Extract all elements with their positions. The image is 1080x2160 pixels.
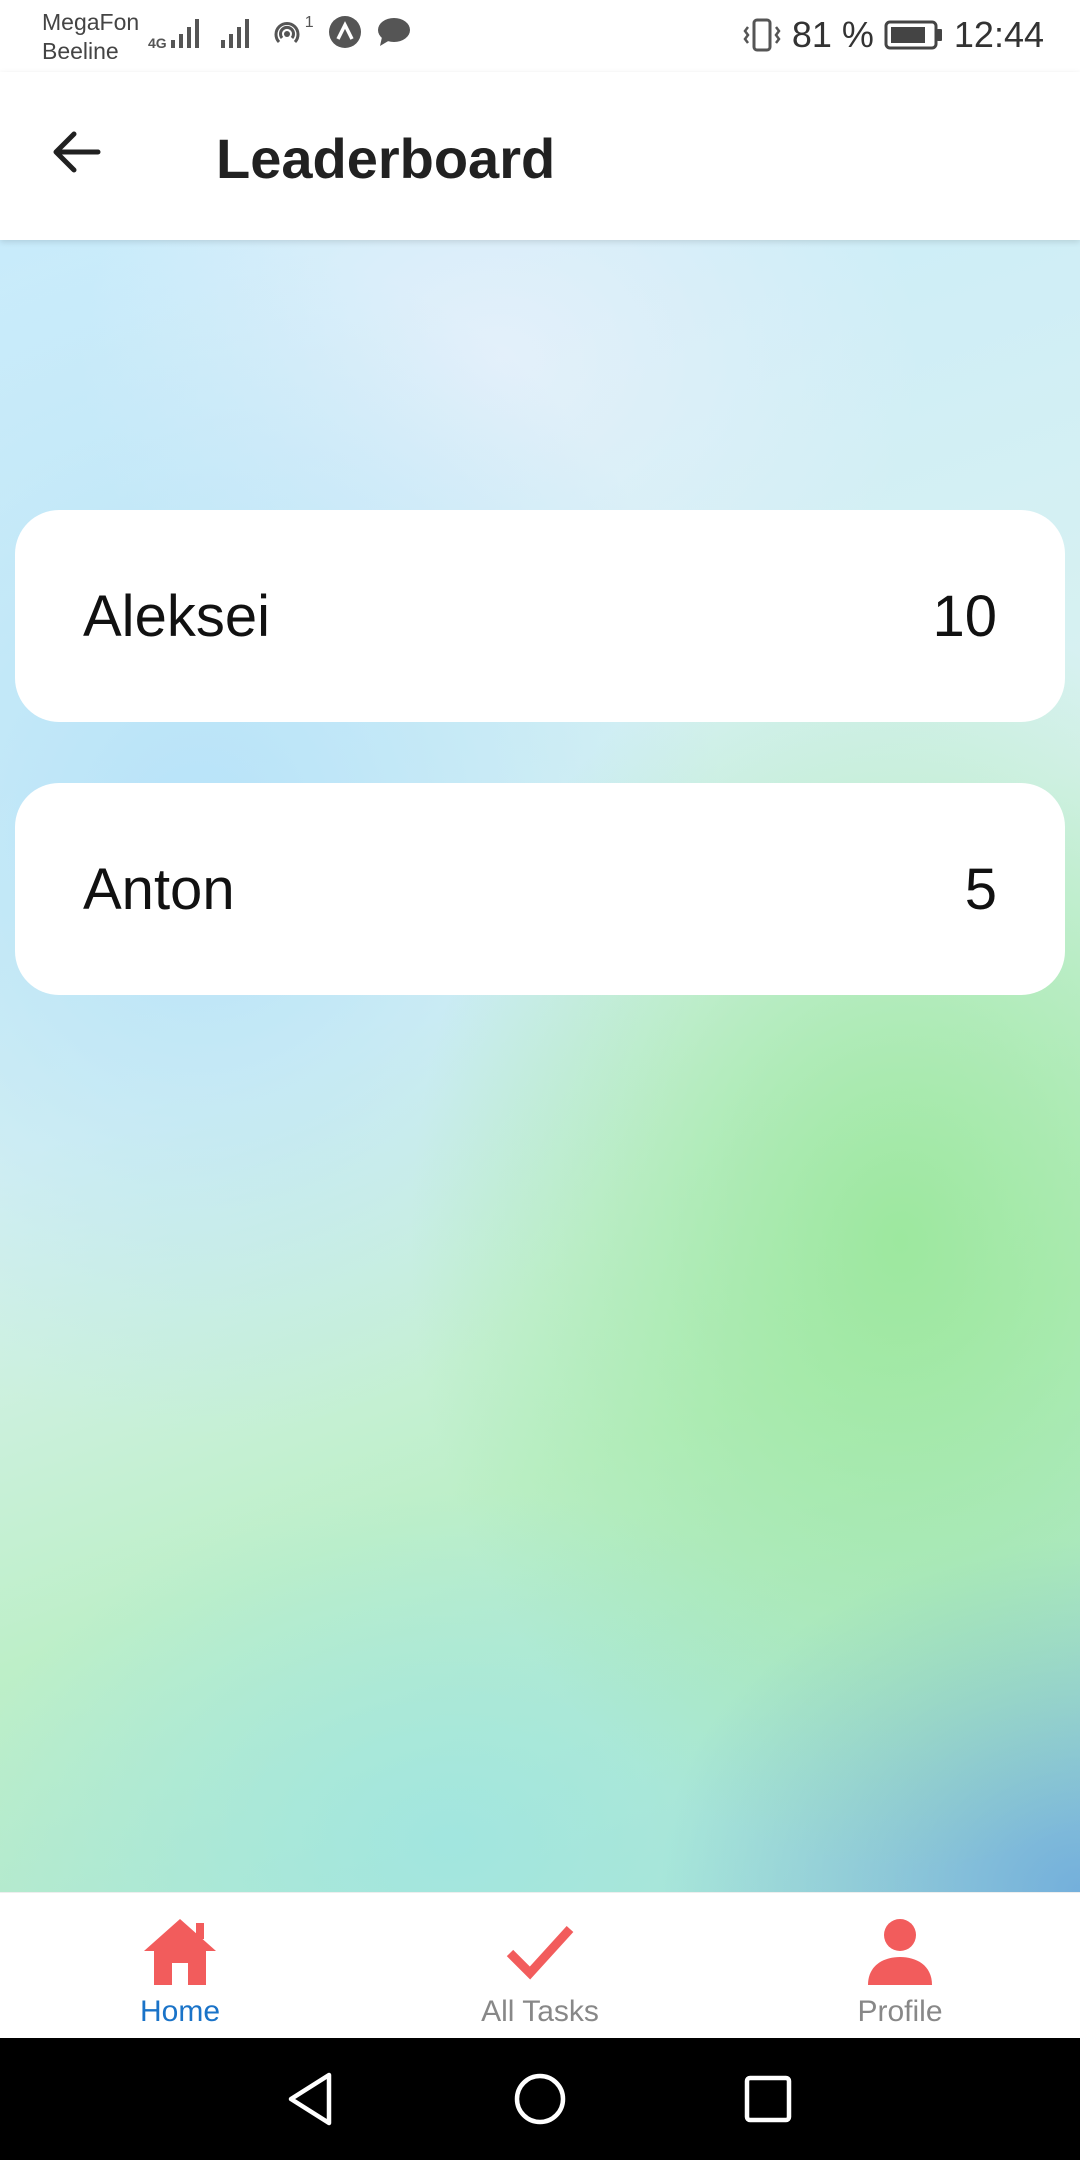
vibrate-icon	[743, 18, 781, 52]
check-icon	[500, 1911, 580, 1991]
leaderboard-row[interactable]: Anton 5	[15, 783, 1065, 995]
system-back-button[interactable]	[277, 2066, 343, 2132]
leaderboard-row[interactable]: Aleksei 10	[15, 510, 1065, 722]
signal-4g-icon: 4G	[148, 14, 205, 50]
nav-item-all-tasks[interactable]: All Tasks	[360, 1893, 720, 2039]
nav-label-profile: Profile	[857, 1995, 943, 2028]
back-button[interactable]	[44, 120, 108, 184]
carrier-beeline: Beeline	[42, 38, 119, 64]
hotspot-count: 1	[304, 14, 314, 31]
app-notification-icon	[328, 16, 361, 48]
hotspot-icon: 1	[269, 14, 314, 50]
app-bar: Leaderboard	[0, 72, 1080, 240]
player-score: 5	[964, 856, 997, 922]
player-name: Aleksei	[83, 583, 270, 649]
leaderboard-content: Aleksei 10 Anton 5	[0, 240, 1080, 1892]
signal-icon	[220, 19, 249, 48]
carrier-megafon: MegaFon	[42, 9, 140, 35]
system-home-button[interactable]	[507, 2066, 573, 2132]
circle-home-icon	[514, 2073, 566, 2125]
clock: 12:44	[953, 14, 1044, 55]
battery-percent: 81 %	[791, 14, 874, 55]
bottom-nav: Home All Tasks Profile	[0, 1892, 1080, 2039]
home-icon	[140, 1911, 220, 1991]
player-name: Anton	[83, 856, 235, 922]
nav-item-home[interactable]: Home	[0, 1893, 360, 2039]
nav-label-all-tasks: All Tasks	[481, 1995, 599, 2028]
player-score: 10	[932, 583, 997, 649]
system-nav-bar	[0, 2038, 1080, 2160]
system-recents-button[interactable]	[735, 2066, 801, 2132]
carrier-names: MegaFon Beeline	[42, 8, 139, 66]
nav-label-home: Home	[139, 1995, 221, 2028]
status-right: 81 % 12:44	[742, 14, 1044, 56]
battery-icon	[884, 20, 942, 50]
status-bar: MegaFon Beeline 4G 1 81 % 12:44	[0, 0, 1080, 72]
page-title: Leaderboard	[216, 127, 556, 190]
message-icon	[377, 18, 410, 46]
network-tag: 4G	[148, 35, 167, 51]
square-recents-icon	[744, 2075, 792, 2123]
back-arrow-icon	[53, 131, 101, 173]
status-left-icons: 4G 1	[148, 14, 412, 50]
triangle-back-icon	[288, 2072, 332, 2126]
person-icon	[860, 1911, 940, 1991]
nav-item-profile[interactable]: Profile	[720, 1893, 1080, 2039]
